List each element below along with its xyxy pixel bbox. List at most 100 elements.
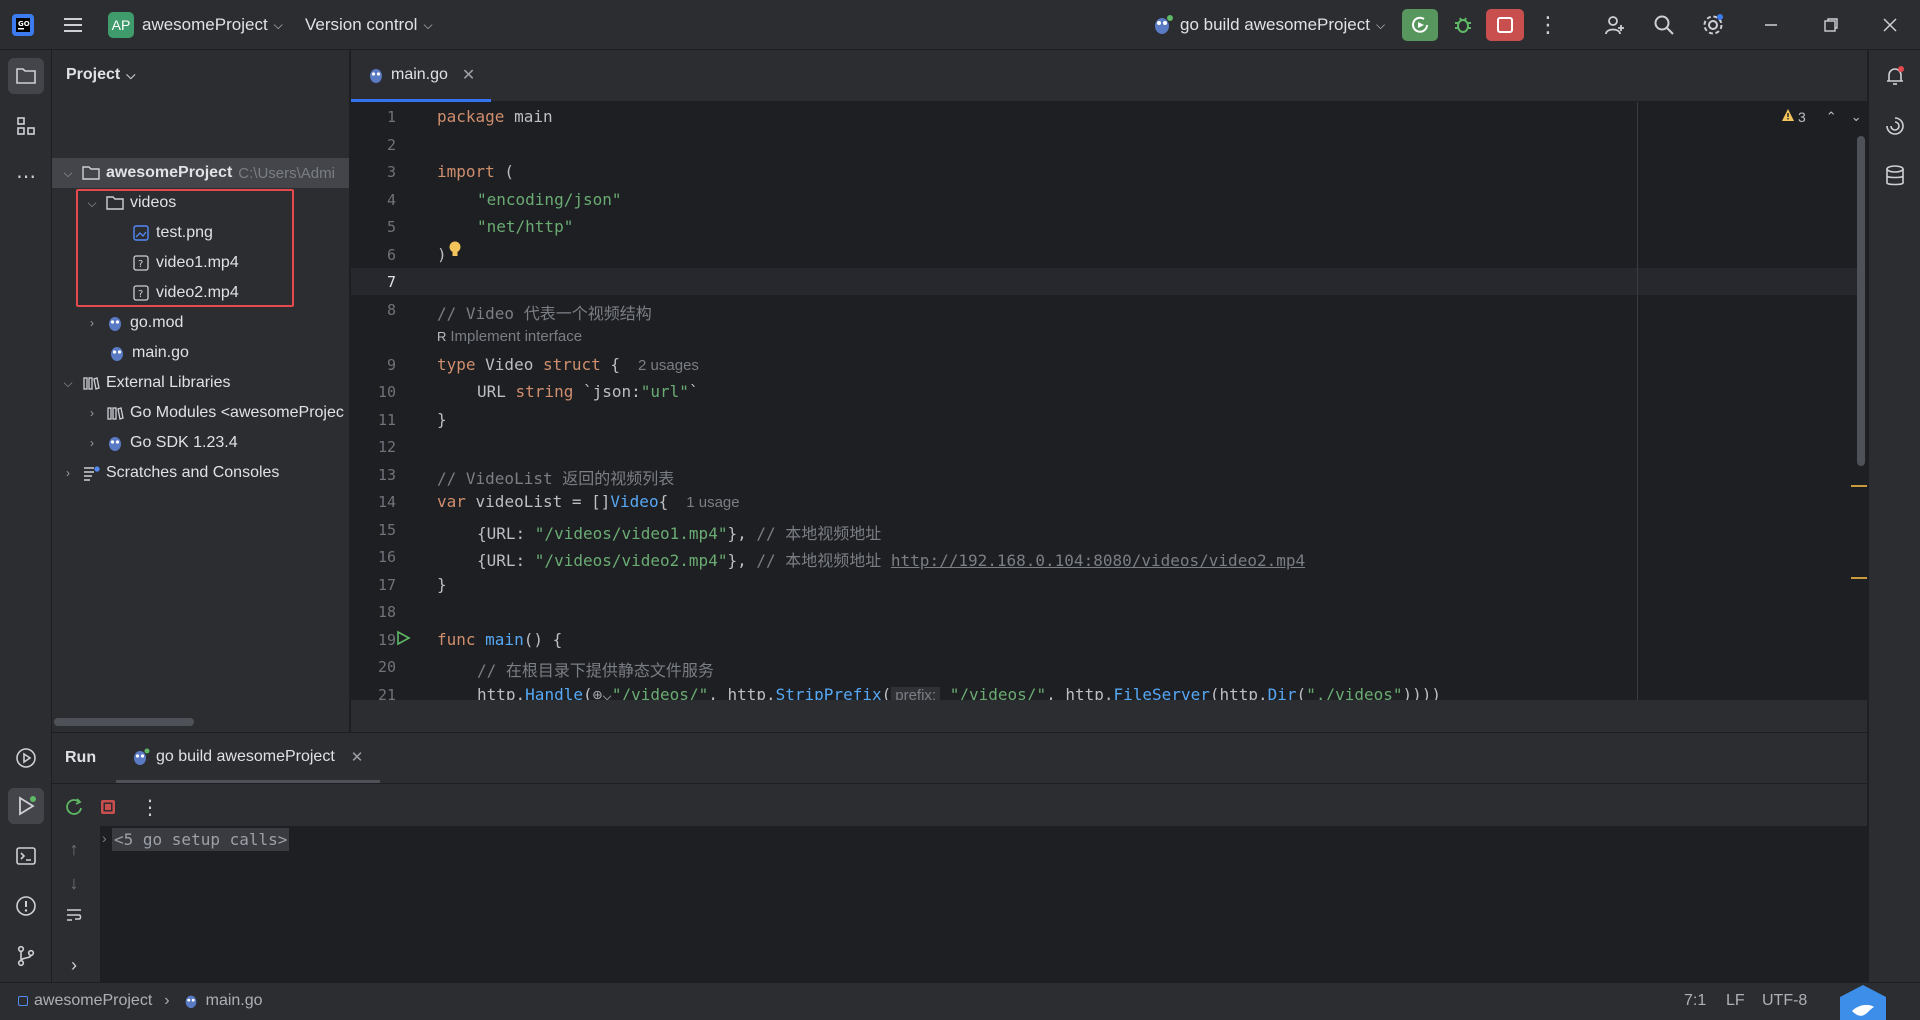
lightbulb-icon[interactable] <box>447 240 465 260</box>
tree-item-label: test.png <box>156 224 213 241</box>
tree-item-label: video2.mp4 <box>156 284 239 301</box>
status-bar: awesomeProject › main.go 7:1 LF UTF-8 <box>0 982 1920 1020</box>
tree-item-go-mod[interactable]: › go.mod <box>84 308 183 338</box>
problems-icon[interactable] <box>8 888 44 924</box>
implement-interface-hint[interactable]: R Implement interface <box>437 328 582 345</box>
rerun-button[interactable] <box>1402 9 1438 41</box>
url-link[interactable]: http://192.168.0.104:8080/videos/video2.… <box>891 551 1305 570</box>
project-panel-header[interactable]: Project ⌵ <box>66 66 135 84</box>
go-file-icon <box>108 344 126 362</box>
search-icon[interactable] <box>1649 12 1679 38</box>
console-line[interactable]: <5 go setup calls> <box>112 828 290 851</box>
unknown-file-icon: ? <box>132 254 150 272</box>
more-options-icon[interactable]: ⋮ <box>136 793 164 821</box>
project-switcher[interactable]: AP awesomeProject ⌵ <box>108 0 283 50</box>
console-output[interactable]: › <5 go setup calls> <box>100 826 1867 982</box>
services-icon[interactable] <box>8 740 44 776</box>
tree-item-external-libraries[interactable]: ⌵ External Libraries <box>60 368 230 398</box>
ai-assistant-icon[interactable] <box>1877 108 1913 144</box>
close-run-tab-icon[interactable]: ✕ <box>351 748 364 766</box>
code-line-13: // VideoList 返回的视频列表 <box>437 469 675 488</box>
soft-wrap-icon[interactable] <box>60 901 88 929</box>
stop-button[interactable] <box>1486 9 1524 41</box>
git-branch-icon[interactable] <box>8 938 44 974</box>
go-sdk-icon <box>106 434 124 452</box>
breadcrumb-project[interactable]: awesomeProject <box>34 992 152 1010</box>
version-control-menu[interactable]: Version control ⌵ <box>305 0 433 50</box>
tree-item-label: go.mod <box>130 314 184 331</box>
chevron-down-icon: ⌵ <box>1375 17 1386 32</box>
code-editor[interactable]: 1 2 3 4 5 6 7 8 9 10 11 12 13 14 15 16 1… <box>351 102 1867 700</box>
stop-icon[interactable] <box>94 793 122 821</box>
tree-item-video1[interactable]: ? video1.mp4 <box>132 248 239 278</box>
line-number: 21 <box>377 686 396 700</box>
tree-item-videos[interactable]: ⌵ videos <box>84 188 176 218</box>
go-gopher-icon <box>132 748 150 766</box>
caret-position[interactable]: 7:1 <box>1684 992 1706 1010</box>
tree-item-go-modules[interactable]: › Go Modules <awesomeProjec <box>84 398 344 428</box>
vertical-scrollbar[interactable] <box>1857 136 1865 466</box>
folder-icon <box>106 194 124 212</box>
add-user-icon[interactable] <box>1600 12 1630 38</box>
run-tab[interactable]: go build awesomeProject ✕ <box>116 733 380 783</box>
blue-bird-logo-icon <box>1834 983 1892 1020</box>
horizontal-scrollbar[interactable] <box>54 718 194 726</box>
more-actions-icon[interactable]: ⋮ <box>1533 12 1563 38</box>
chevron-down-icon: ⌵ <box>126 67 136 82</box>
line-ending[interactable]: LF <box>1726 992 1745 1010</box>
tree-item-video2[interactable]: ? video2.mp4 <box>132 278 239 308</box>
project-folder-icon[interactable] <box>8 58 44 94</box>
tree-item-go-sdk[interactable]: › Go SDK 1.23.4 <box>84 428 238 458</box>
warning-triangle-icon <box>1781 108 1795 125</box>
run-config-selector[interactable]: go build awesomeProject ⌵ <box>1152 0 1385 50</box>
settings-gear-icon[interactable] <box>1698 12 1728 38</box>
tree-item-scratches[interactable]: › Scratches and Consoles <box>60 458 279 488</box>
expand-icon[interactable]: › <box>60 951 88 979</box>
run-gutter-icon[interactable] <box>395 630 413 648</box>
code-line-9: type Video struct {2 usages <box>437 355 699 374</box>
usages-hint[interactable]: 1 usage <box>686 494 739 511</box>
tree-item-test-png[interactable]: test.png <box>132 218 213 248</box>
warning-stripe-marker[interactable] <box>1851 485 1867 487</box>
minimize-window-icon[interactable] <box>1756 12 1786 38</box>
line-number: 1 <box>386 108 396 126</box>
line-number: 5 <box>386 218 396 236</box>
chevron-down-icon: ⌵ <box>273 17 283 32</box>
svg-text:?: ? <box>138 289 143 300</box>
run-tool-icon[interactable] <box>8 788 44 824</box>
usages-hint[interactable]: 2 usages <box>638 357 699 374</box>
terminal-icon[interactable] <box>8 838 44 874</box>
line-number: 3 <box>386 163 396 181</box>
more-tools-icon[interactable]: ⋯ <box>8 158 44 194</box>
line-number: 12 <box>377 438 396 456</box>
close-tab-icon[interactable]: ✕ <box>462 65 475 85</box>
scroll-up-icon[interactable]: ↑ <box>60 835 88 863</box>
database-icon[interactable] <box>1877 158 1913 194</box>
debug-bug-icon[interactable] <box>1446 9 1480 41</box>
tree-item-main-go[interactable]: main.go <box>108 338 189 368</box>
go-file-icon <box>182 992 200 1010</box>
breadcrumb-file[interactable]: main.go <box>206 992 263 1010</box>
file-encoding[interactable]: UTF-8 <box>1762 992 1807 1010</box>
warning-stripe-marker[interactable] <box>1851 577 1867 579</box>
inspection-widget[interactable]: 3 ⌃ ⌄ <box>1781 108 1862 125</box>
close-window-icon[interactable] <box>1875 12 1905 38</box>
structure-icon[interactable] <box>8 108 44 144</box>
library-icon <box>82 374 100 392</box>
fold-arrow-icon[interactable]: › <box>102 830 107 846</box>
restore-window-icon[interactable] <box>1816 12 1846 38</box>
project-avatar: AP <box>108 12 134 38</box>
line-number: 8 <box>386 301 396 319</box>
rerun-icon[interactable] <box>60 793 88 821</box>
main-menu-icon[interactable] <box>60 12 86 38</box>
next-highlight-icon[interactable]: ⌄ <box>1851 109 1862 125</box>
svg-text:GO: GO <box>18 20 30 28</box>
line-number: 7 <box>386 273 396 291</box>
goland-logo-icon[interactable]: GO <box>10 12 36 38</box>
tab-main-go[interactable]: main.go ✕ <box>351 50 491 102</box>
scroll-down-icon[interactable]: ↓ <box>60 869 88 897</box>
previous-highlight-icon[interactable]: ⌃ <box>1826 109 1837 125</box>
code-line-21: http.Handle(⊕⌵"/videos/", http.StripPref… <box>477 685 1441 700</box>
notifications-bell-icon[interactable] <box>1877 58 1913 94</box>
tree-item-root[interactable]: ⌵ awesomeProject C:\Users\Admi <box>60 158 335 188</box>
